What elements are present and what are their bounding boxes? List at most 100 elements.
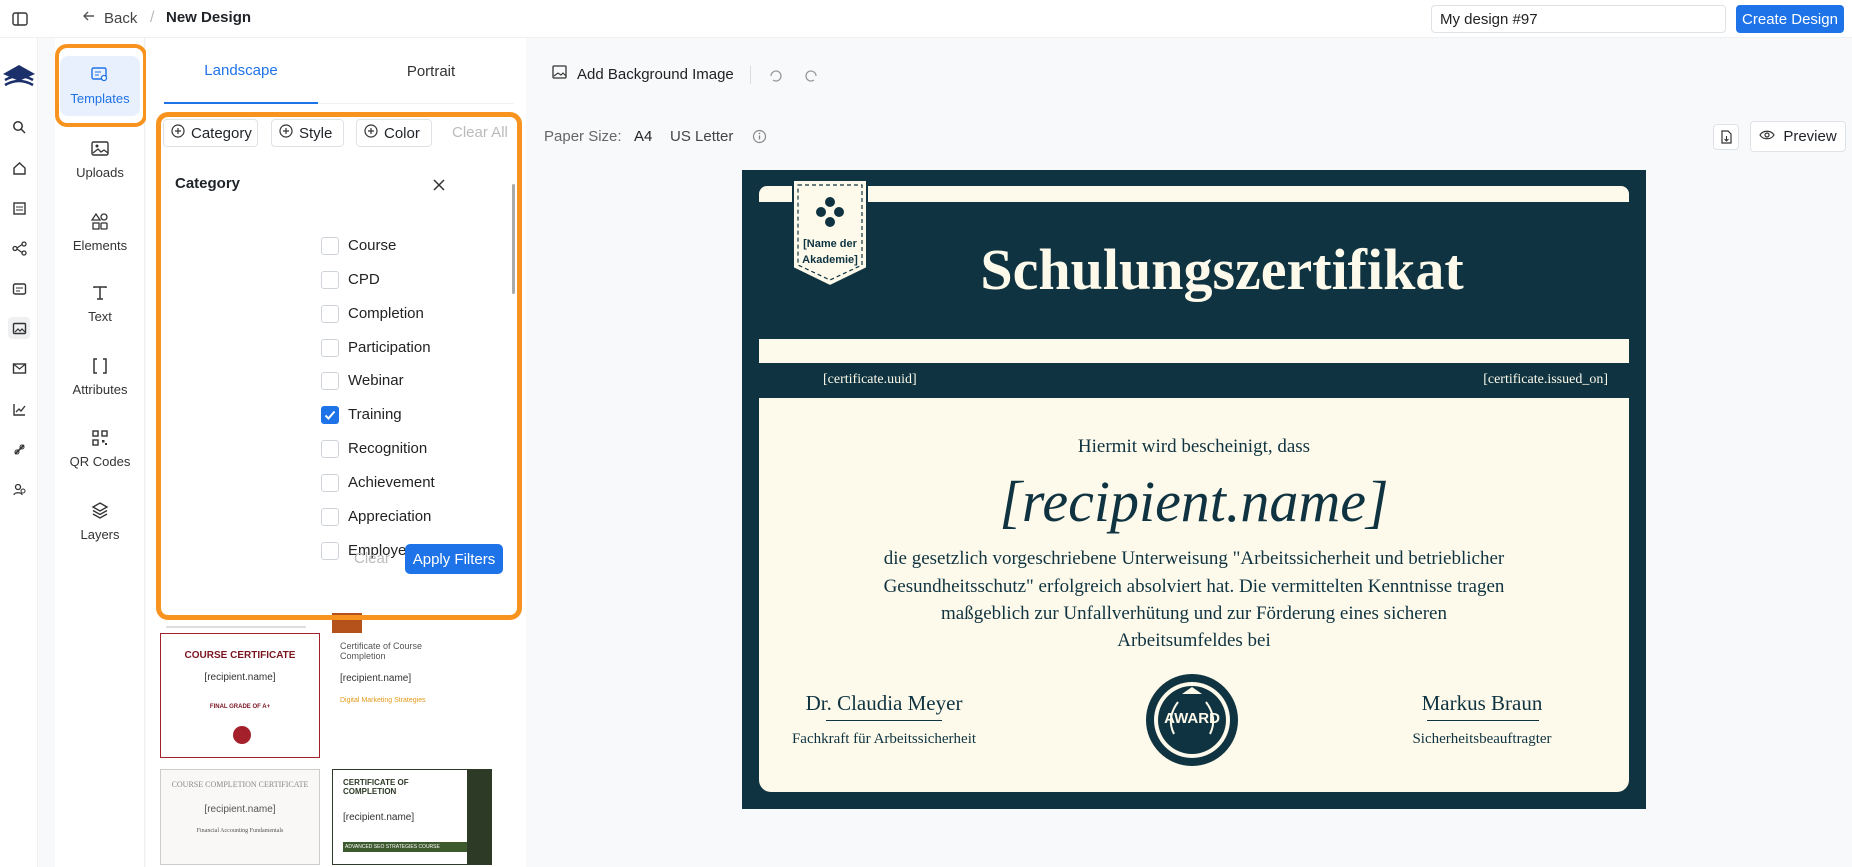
certificate-issued-on: [certificate.issued_on] (1483, 372, 1608, 387)
thumbnail-footer: FINAL GRADE OF A+ (209, 704, 271, 710)
mail-icon[interactable] (8, 357, 30, 379)
signer2-name: Markus Braun (1421, 691, 1543, 715)
tool-uploads[interactable]: Uploads (55, 130, 145, 190)
thumbnail-title: Certificate of Course Completion (340, 641, 423, 661)
workflow-icon[interactable] (8, 237, 30, 259)
tool-text[interactable]: Text (55, 274, 145, 334)
option-label: Achievement (348, 474, 435, 491)
home-icon[interactable] (8, 157, 30, 179)
design-name-input[interactable] (1431, 5, 1726, 33)
tool-templates[interactable]: Templates (60, 56, 140, 116)
check-icon (324, 410, 336, 420)
checkbox-employee-of-the-month[interactable] (321, 542, 339, 560)
tool-qr-codes[interactable]: QR Codes (55, 419, 145, 479)
checkbox-recognition[interactable] (321, 440, 339, 458)
style-filter-chip[interactable]: Style (271, 119, 344, 147)
option-label: Completion (348, 305, 424, 322)
academy-name: [Name der Akademie] (802, 238, 858, 266)
tool-label: Uploads (76, 164, 124, 180)
checkbox-cpd[interactable] (321, 271, 339, 289)
option-label: CPD (348, 271, 380, 288)
certificate-stripe (759, 339, 1629, 363)
checkbox-webinar[interactable] (321, 372, 339, 390)
dropdown-scrollbar[interactable] (512, 184, 515, 294)
integration-icon[interactable] (8, 438, 30, 460)
arrow-left-icon (82, 9, 96, 27)
thumbnail-title: COURSE COMPLETION CERTIFICATE (171, 780, 309, 789)
logo (1, 62, 37, 95)
plus-circle-icon (171, 124, 185, 142)
color-filter-chip[interactable]: Color (356, 119, 432, 147)
toolbar-divider (750, 66, 751, 84)
download-icon[interactable] (1713, 124, 1739, 150)
thumbnail-name: [recipient.name] (343, 812, 415, 823)
dropdown-title: Category (175, 175, 241, 192)
template-thumbnail[interactable]: COURSE COMPLETION CERTIFICATE [recipient… (160, 769, 320, 865)
checkbox-course[interactable] (321, 237, 339, 255)
layers-icon (91, 501, 109, 527)
qr-icon (92, 429, 108, 454)
tab-portrait[interactable]: Portrait (354, 38, 508, 104)
info-icon[interactable] (752, 129, 767, 149)
image-icon (91, 140, 109, 165)
add-background-button[interactable]: Add Background Image (552, 65, 734, 83)
paper-size-us-letter[interactable]: US Letter (670, 128, 733, 145)
certificate-title: Schulungszertifikat (980, 237, 1464, 302)
clear-button[interactable]: Clear (354, 550, 390, 567)
signer1-role: Fachkraft für Arbeitssicherheit (791, 731, 977, 747)
category-filter-chip[interactable]: Category (163, 119, 258, 147)
certificate-canvas[interactable]: [Name der Akademie] Schulungszertifikat … (742, 170, 1646, 809)
sidebar-toggle-icon[interactable] (12, 11, 28, 27)
template-thumbnail[interactable]: Certificate of Course Completion [recipi… (332, 633, 492, 758)
tool-elements[interactable]: Elements (55, 202, 145, 262)
back-button[interactable]: Back (82, 9, 137, 27)
checkbox-completion[interactable] (321, 305, 339, 323)
redo-icon[interactable] (803, 68, 819, 89)
tool-label: Elements (72, 237, 128, 253)
signer1-line (826, 720, 942, 721)
tool-attributes[interactable]: Attributes (55, 347, 145, 407)
template-icon[interactable] (8, 278, 30, 300)
signer1-name: Dr. Claudia Meyer (805, 691, 963, 715)
create-design-button[interactable]: Create Design (1736, 5, 1844, 33)
thumbnail-footer: Financial Accounting Fundamentals (196, 828, 284, 834)
body-line: maßgeblich zur Unfallverhütung und zur F… (941, 603, 1447, 624)
award-label: AWARD (1164, 710, 1220, 727)
signer2-line (1427, 720, 1539, 721)
tool-layers[interactable]: Layers (55, 491, 145, 551)
thumbnail-name: [recipient.name] (340, 673, 412, 684)
apply-filters-button[interactable]: Apply Filters (405, 544, 503, 574)
option-label: Course (348, 237, 397, 254)
checkbox-appreciation[interactable] (321, 508, 339, 526)
add-background-label: Add Background Image (577, 65, 734, 83)
list-icon[interactable] (8, 197, 30, 219)
tool-label: Layers (80, 526, 120, 542)
tab-landscape[interactable]: Landscape (164, 38, 318, 104)
chip-label: Category (191, 124, 252, 142)
preview-label: Preview (1783, 128, 1837, 145)
clear-all-button[interactable]: Clear All (452, 124, 508, 141)
checkbox-participation[interactable] (321, 339, 339, 357)
plus-circle-icon (364, 124, 378, 142)
back-label: Back (104, 9, 138, 27)
preview-button[interactable]: Preview (1750, 121, 1846, 152)
image-icon[interactable] (8, 317, 30, 339)
academy-badge (791, 178, 869, 288)
chip-label: Style (299, 124, 333, 142)
checkbox-training[interactable] (321, 406, 339, 424)
text-icon (92, 285, 108, 309)
analytics-icon[interactable] (8, 398, 30, 420)
tool-column: Templates Uploads Elements Text Attribut… (55, 38, 147, 867)
signer2-role: Sicherheitsbeauftragter (1412, 731, 1552, 747)
template-thumbnail[interactable]: COURSE CERTIFICATE [recipient.name] FINA… (160, 633, 320, 758)
users-icon[interactable] (8, 478, 30, 500)
undo-icon[interactable] (768, 68, 784, 89)
option-label: Appreciation (348, 508, 432, 525)
certificate-intro: Hiermit wird bescheinigt, dass (1077, 436, 1311, 457)
checkbox-achievement[interactable] (321, 474, 339, 492)
search-icon[interactable] (8, 116, 30, 138)
template-thumbnail[interactable]: CERTIFICATE OF COMPLETION [recipient.nam… (332, 769, 492, 865)
close-icon[interactable] (433, 178, 445, 196)
paper-size-a4[interactable]: A4 (634, 128, 652, 145)
tool-label: Text (88, 308, 112, 324)
